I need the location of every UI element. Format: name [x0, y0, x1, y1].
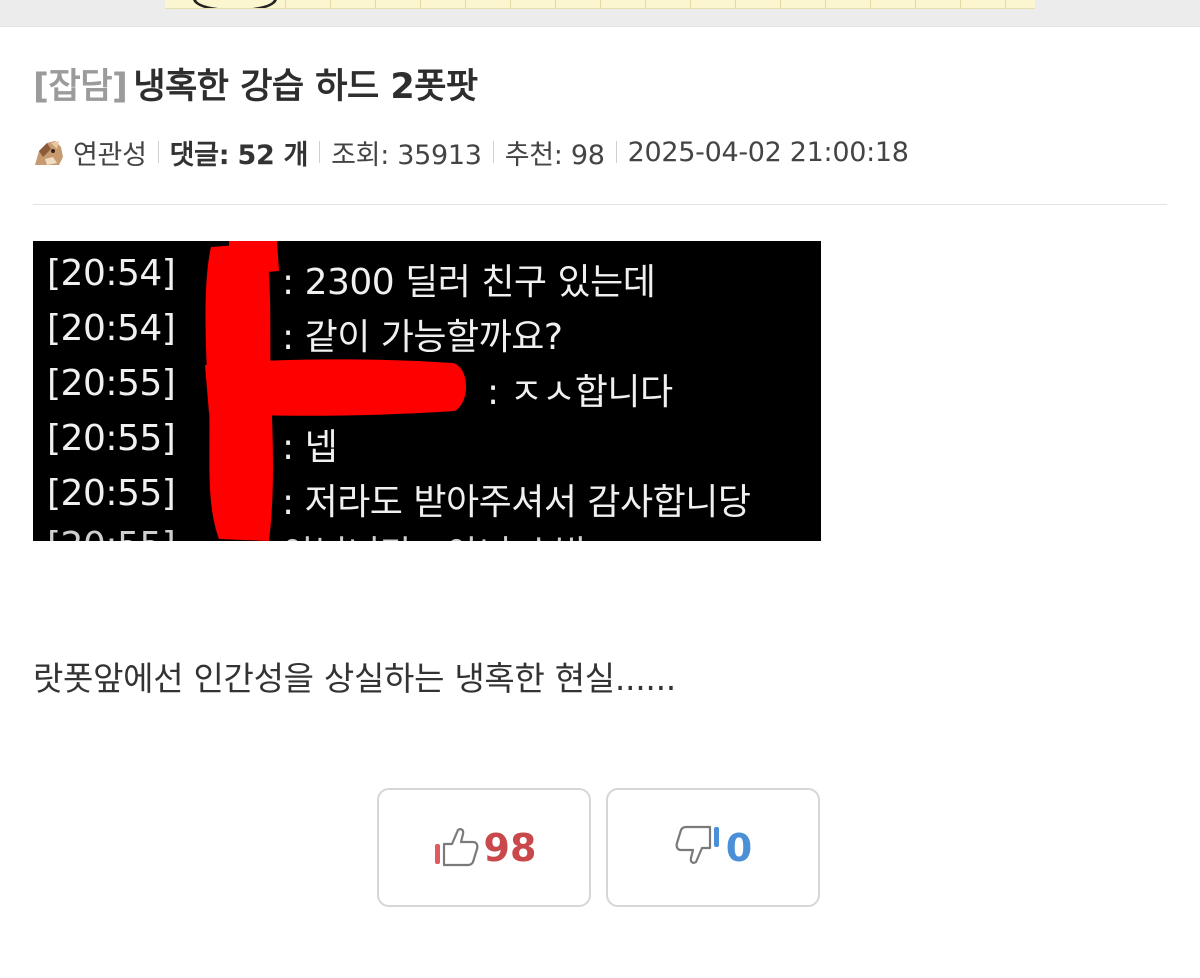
- thumbs-down-icon: [674, 824, 722, 872]
- post-category[interactable]: [잡담]: [33, 67, 128, 107]
- downvote-button[interactable]: 0: [606, 788, 820, 907]
- post-datetime: 2025-04-02 21:00:18: [627, 136, 909, 168]
- banner-doodle: [193, 0, 277, 8]
- meta-separator: [157, 141, 159, 163]
- recommend-count: 추천: 98: [504, 139, 605, 171]
- post-title-text: 냉혹한 강습 하드 2폿팟: [133, 67, 478, 107]
- meta-separator: [492, 141, 494, 163]
- upvote-count: 98: [483, 825, 537, 870]
- post-title: [잡담] 냉혹한 강습 하드 2폿팟: [33, 58, 478, 109]
- meta-separator: [319, 141, 321, 163]
- thumbs-up-icon: [432, 824, 480, 872]
- post-meta: 연관성 댓글: 52 개 조회: 35913 추천: 98 2025-04-02…: [33, 133, 909, 172]
- upvote-button[interactable]: 98: [377, 788, 591, 907]
- comments-count[interactable]: 52 개: [238, 133, 309, 172]
- author-avatar-icon[interactable]: [33, 137, 65, 167]
- meta-separator: [615, 141, 617, 163]
- chat-screenshot-image[interactable]: [20:54]: 2300 딜러 친구 있는데 [20:54]: 같이 가능할까…: [33, 241, 821, 541]
- comments-label: 댓글:: [169, 139, 230, 171]
- header-divider: [33, 204, 1167, 205]
- top-banner-image: [165, 0, 1035, 9]
- downvote-count: 0: [725, 825, 753, 870]
- author-name[interactable]: 연관성: [73, 133, 147, 172]
- post-body-text: 랏폿앞에선 인간성을 상실하는 냉혹한 현실......: [33, 659, 676, 698]
- red-redaction-scribble: [205, 241, 467, 541]
- view-count: 조회: 35913: [331, 139, 482, 171]
